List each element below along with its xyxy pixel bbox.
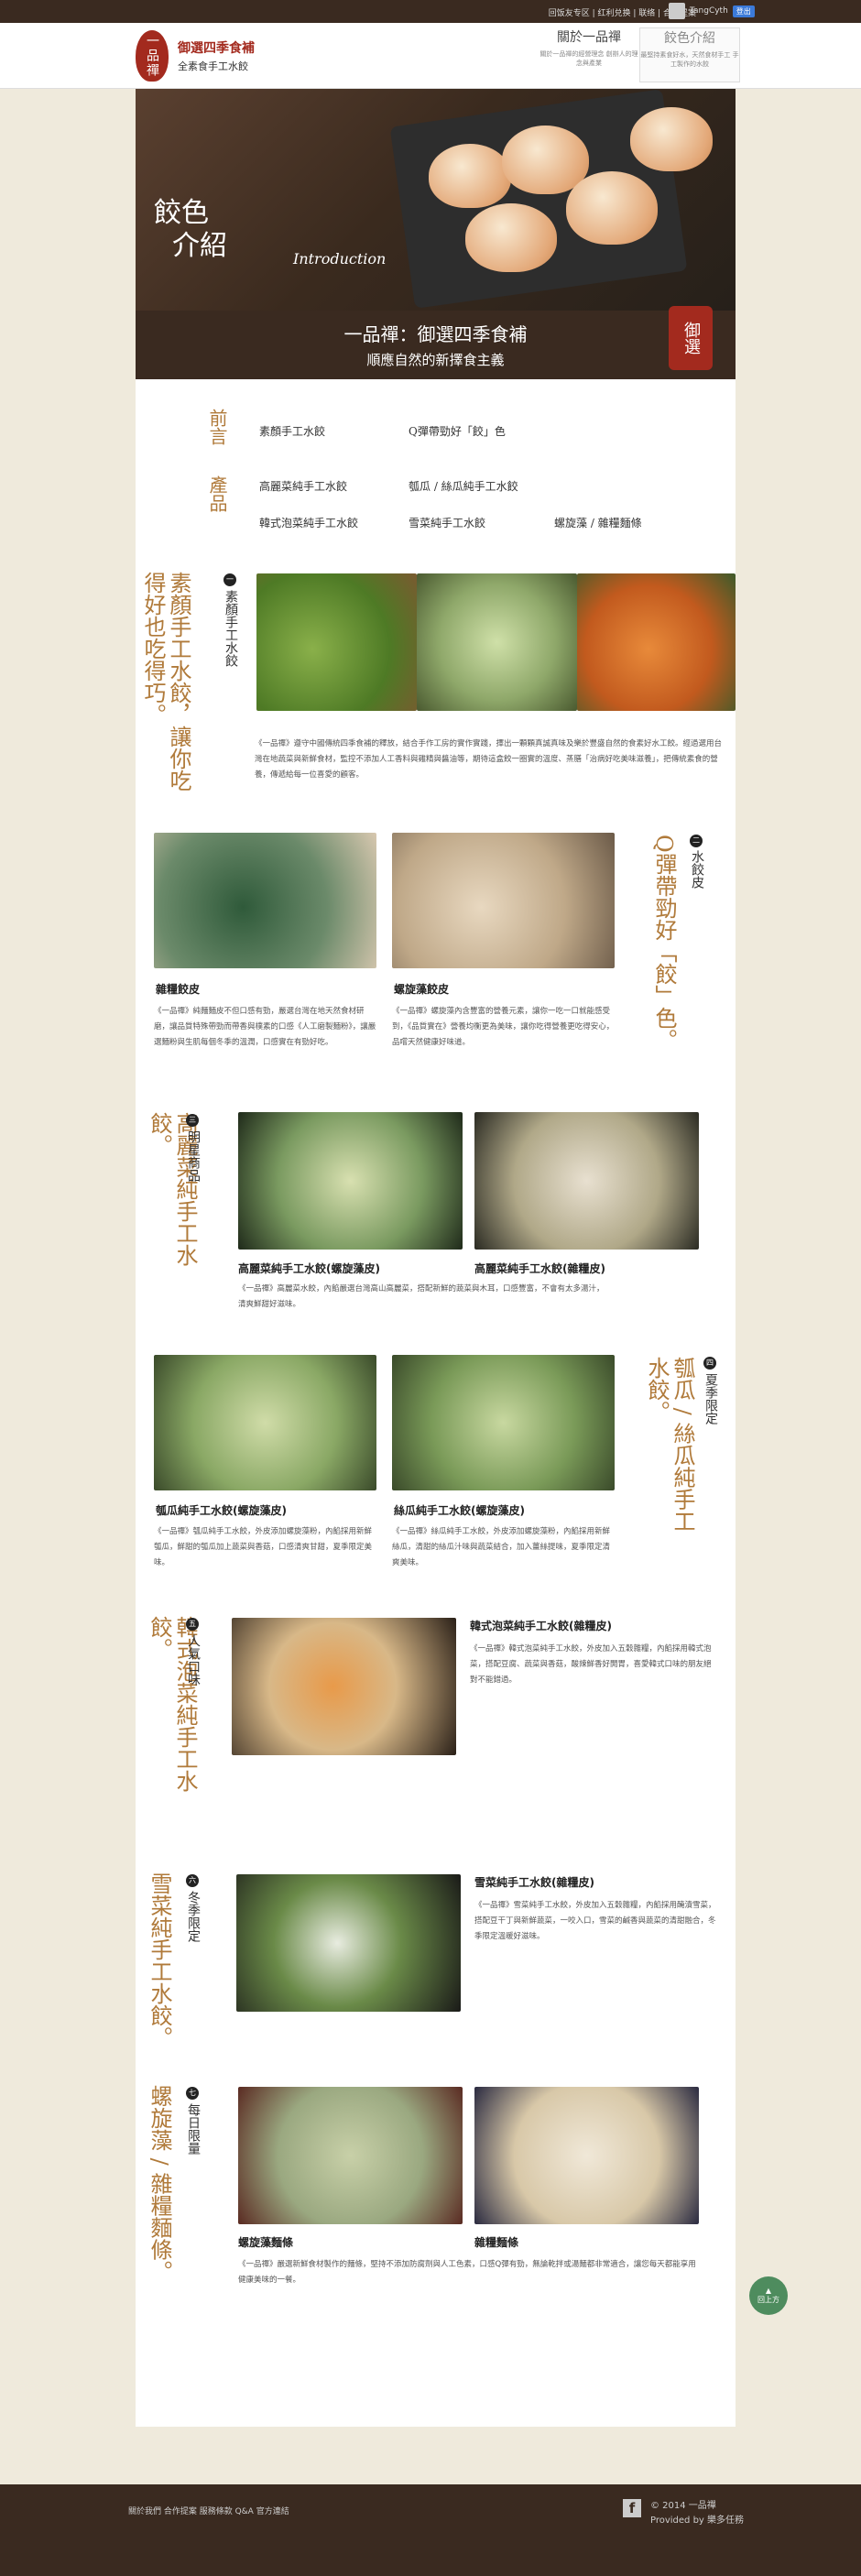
item-desc: 《一品禪》絲瓜純手工水餃，外皮添加螺旋藻粉，內餡採用新鮮絲瓜，清甜的絲瓜汁味與蔬… bbox=[392, 1527, 611, 1567]
section-number: 三 bbox=[186, 1114, 199, 1127]
dumpling-image bbox=[154, 1355, 376, 1490]
user-menu[interactable]: TangCyth 登出 bbox=[669, 3, 755, 19]
index-link[interactable]: 螺旋藻 / 雜糧麵條 bbox=[554, 515, 642, 530]
copyright: © 2014 一品禪 bbox=[650, 2501, 716, 2511]
slogan-band: 一品禪：御選四季食補 順應自然的新擇食主義 御選 bbox=[136, 306, 736, 379]
slogan-line-2: 順應自然的新擇食主義 bbox=[366, 352, 505, 368]
section-title: 螺旋藻 / 雜糧麵條。 bbox=[147, 2085, 172, 2283]
section-title: 雪菜純手工水餃。 bbox=[147, 1872, 172, 2048]
provided-by: Provided by 樂多任務 bbox=[650, 2516, 745, 2526]
section-number: 七 bbox=[186, 2087, 199, 2100]
nav-dumplings-label: 餃色介紹 bbox=[664, 31, 715, 46]
section-subtitle: 每日限量 bbox=[186, 2103, 201, 2155]
section-subtitle: 人氣口味 bbox=[186, 1634, 201, 1686]
dumpling-image bbox=[429, 144, 511, 208]
gourd-image bbox=[256, 573, 417, 711]
wrapper-image bbox=[392, 833, 615, 968]
index-link[interactable]: 韓式泡菜純手工水餃 bbox=[259, 515, 358, 530]
dumpling-image bbox=[417, 573, 577, 711]
top-bar: 回饭友专区 | 红利兑换 | 联络 | 合作提案 TangCyth 登出 bbox=[0, 0, 861, 23]
wrapper-image bbox=[154, 833, 376, 968]
footer-links[interactable]: 關於我們 合作提案 服務條款 Q&A 官方連結 bbox=[128, 2505, 289, 2516]
site-footer: 關於我們 合作提案 服務條款 Q&A 官方連結 f © 2014 一品禪 Pro… bbox=[0, 2484, 861, 2576]
hero-banner: 餃色 介紹 Introduction bbox=[136, 89, 736, 311]
item-desc: 《一品禪》嚴選新鮮食材製作的麵條，堅持不添加防腐劑與人工色素，口感Q彈有勁，無論… bbox=[238, 2260, 696, 2285]
dumpling-image bbox=[474, 1112, 699, 1250]
section-subtitle: 夏季限定 bbox=[703, 1373, 718, 1424]
hero-title: 餃色 介紹 bbox=[154, 197, 227, 263]
section-number: 四 bbox=[703, 1357, 716, 1370]
index-link[interactable]: 素顏手工水餃 bbox=[259, 423, 325, 439]
item-caption: 雜糧麵條 bbox=[474, 2236, 519, 2249]
index-link[interactable]: 高麗菜純手工水餃 bbox=[259, 478, 347, 494]
hero-intro: Introduction bbox=[293, 250, 387, 267]
site-logo[interactable]: 一品禪 御選四季食補 全素食手工水餃 bbox=[136, 30, 255, 82]
index-link[interactable]: 瓠瓜 / 絲瓜純手工水餃 bbox=[409, 478, 518, 494]
section-subtitle: 明星商品 bbox=[186, 1130, 201, 1182]
avatar bbox=[669, 3, 685, 19]
item-caption: 韓式泡菜純手工水餃(雜糧皮) bbox=[470, 1620, 612, 1632]
dumpling-image bbox=[392, 1355, 615, 1490]
dumpling-image bbox=[630, 107, 713, 171]
section-number: 六 bbox=[186, 1874, 199, 1887]
index-link[interactable]: Q彈帶勁好「餃」色 bbox=[409, 423, 506, 439]
main-content: 前言 產品 素顏手工水餃 Q彈帶勁好「餃」色 高麗菜純手工水餃 瓠瓜 / 絲瓜純… bbox=[136, 379, 736, 2427]
item-desc: 《一品禪》雪菜純手工水餃，外皮加入五穀雜糧，內餡採用醃漬雪菜，搭配豆干丁與新鮮蔬… bbox=[474, 1901, 716, 1941]
item-desc: 《一品禪》螺旋藻內含豐富的營養元素，讓你一吃一口就能感受到，《品質實在》營養均衡… bbox=[392, 1007, 615, 1047]
brand-name: 御選四季食補 bbox=[178, 41, 255, 56]
item-desc: 《一品禪》瓠瓜純手工水餃，外皮添加螺旋藻粉，內餡採用新鮮瓠瓜，鮮甜的瓠瓜加上蔬菜… bbox=[154, 1527, 373, 1567]
item-caption: 螺旋藻麵條 bbox=[238, 2236, 294, 2249]
item-caption: 螺旋藻餃皮 bbox=[394, 983, 450, 996]
username: TangCyth bbox=[690, 6, 728, 16]
footer-credits: © 2014 一品禪 Provided by 樂多任務 bbox=[650, 2499, 744, 2528]
carrot-image bbox=[577, 573, 736, 711]
noodle-image bbox=[474, 2087, 699, 2224]
section-desc: 《一品禪》遵守中國傳統四季食補的釋放，結合手作工房的實作實踐，擇出一顆顆真誠真味… bbox=[255, 739, 723, 780]
item-caption: 雜糧餃皮 bbox=[156, 983, 201, 996]
nav-about-label: 關於一品禪 bbox=[557, 30, 621, 45]
item-desc: 《一品禪》純麵麵皮不但口感有勁，嚴選台灣在地天然食材研磨，讓品質特殊帶勁而帶香與… bbox=[154, 1007, 376, 1047]
site-header: 一品禪 御選四季食補 全素食手工水餃 關於一品禪 關於一品禪的經營理念 創辦人的… bbox=[0, 23, 861, 89]
dumpling-image bbox=[236, 1874, 461, 2012]
dumpling-image bbox=[238, 1112, 463, 1250]
section-title: 瓠瓜 / 絲瓜純手工水餃。 bbox=[644, 1357, 695, 1533]
nav-dumplings[interactable]: 餃色介紹 最堅持素食好水，天然食材手工 手工製作的水餃 bbox=[639, 27, 740, 82]
slogan-line-1: 一品禪：御選四季食補 bbox=[343, 323, 528, 345]
dumpling-image bbox=[566, 171, 658, 245]
index-label-preface: 前言 bbox=[206, 409, 228, 445]
facebook-icon[interactable]: f bbox=[623, 2499, 641, 2517]
item-caption: 瓠瓜純手工水餃(螺旋藻皮) bbox=[156, 1504, 287, 1517]
nav-about[interactable]: 關於一品禪 關於一品禪的經營理念 創辦人的理念與產業 bbox=[539, 27, 639, 82]
logout-button[interactable]: 登出 bbox=[732, 5, 755, 17]
logo-seal: 一品禪 bbox=[136, 30, 169, 82]
section-subtitle: 水餃皮 bbox=[690, 850, 704, 889]
kimchi-dumpling-image bbox=[232, 1618, 456, 1755]
section-title: Q彈帶勁好「餃」色。 bbox=[651, 835, 677, 1051]
item-caption: 絲瓜純手工水餃(螺旋藻皮) bbox=[394, 1504, 525, 1517]
item-caption: 雪菜純手工水餃(雜糧皮) bbox=[474, 1876, 594, 1889]
section-subtitle: 素顏手工水餃 bbox=[223, 590, 238, 667]
index-label-products: 產品 bbox=[206, 475, 228, 512]
section-number: 一 bbox=[223, 573, 236, 586]
item-desc: 《一品禪》高麗菜水餃，內餡嚴選台灣高山高麗菜，搭配新鮮的蔬菜與木耳，口感豐富，不… bbox=[238, 1284, 605, 1309]
back-to-top-label: 回上方 bbox=[757, 2296, 779, 2304]
arrow-up-icon: ▲ bbox=[765, 2287, 772, 2295]
nav-dumplings-sub: 最堅持素食好水，天然食材手工 手工製作的水餃 bbox=[640, 51, 739, 68]
item-caption: 高麗菜純手工水餃(雜糧皮) bbox=[474, 1262, 605, 1275]
hero-title-2: 介紹 bbox=[172, 230, 227, 262]
section-title: 素顏手工水餃，讓你吃得好也吃得巧。 bbox=[140, 572, 191, 791]
hero-title-1: 餃色 bbox=[154, 197, 209, 229]
section-subtitle: 冬季限定 bbox=[186, 1891, 201, 1942]
section-number: 五 bbox=[186, 1618, 199, 1631]
item-desc: 《一品禪》韓式泡菜純手工水餃，外皮加入五穀雜糧，內餡採用韓式泡菜，搭配豆腐、蔬菜… bbox=[470, 1644, 712, 1685]
index-link[interactable]: 雪菜純手工水餃 bbox=[409, 515, 485, 530]
noodle-image bbox=[238, 2087, 463, 2224]
dumpling-image bbox=[465, 203, 557, 272]
back-to-top-button[interactable]: ▲ 回上方 bbox=[749, 2276, 788, 2315]
item-caption: 高麗菜純手工水餃(螺旋藻皮) bbox=[238, 1262, 380, 1275]
nav-about-sub: 關於一品禪的經營理念 創辦人的理念與產業 bbox=[539, 50, 638, 67]
stamp-seal: 御選 bbox=[669, 306, 713, 370]
brand-sub: 全素食手工水餃 bbox=[178, 60, 248, 72]
section-number: 二 bbox=[690, 835, 703, 847]
